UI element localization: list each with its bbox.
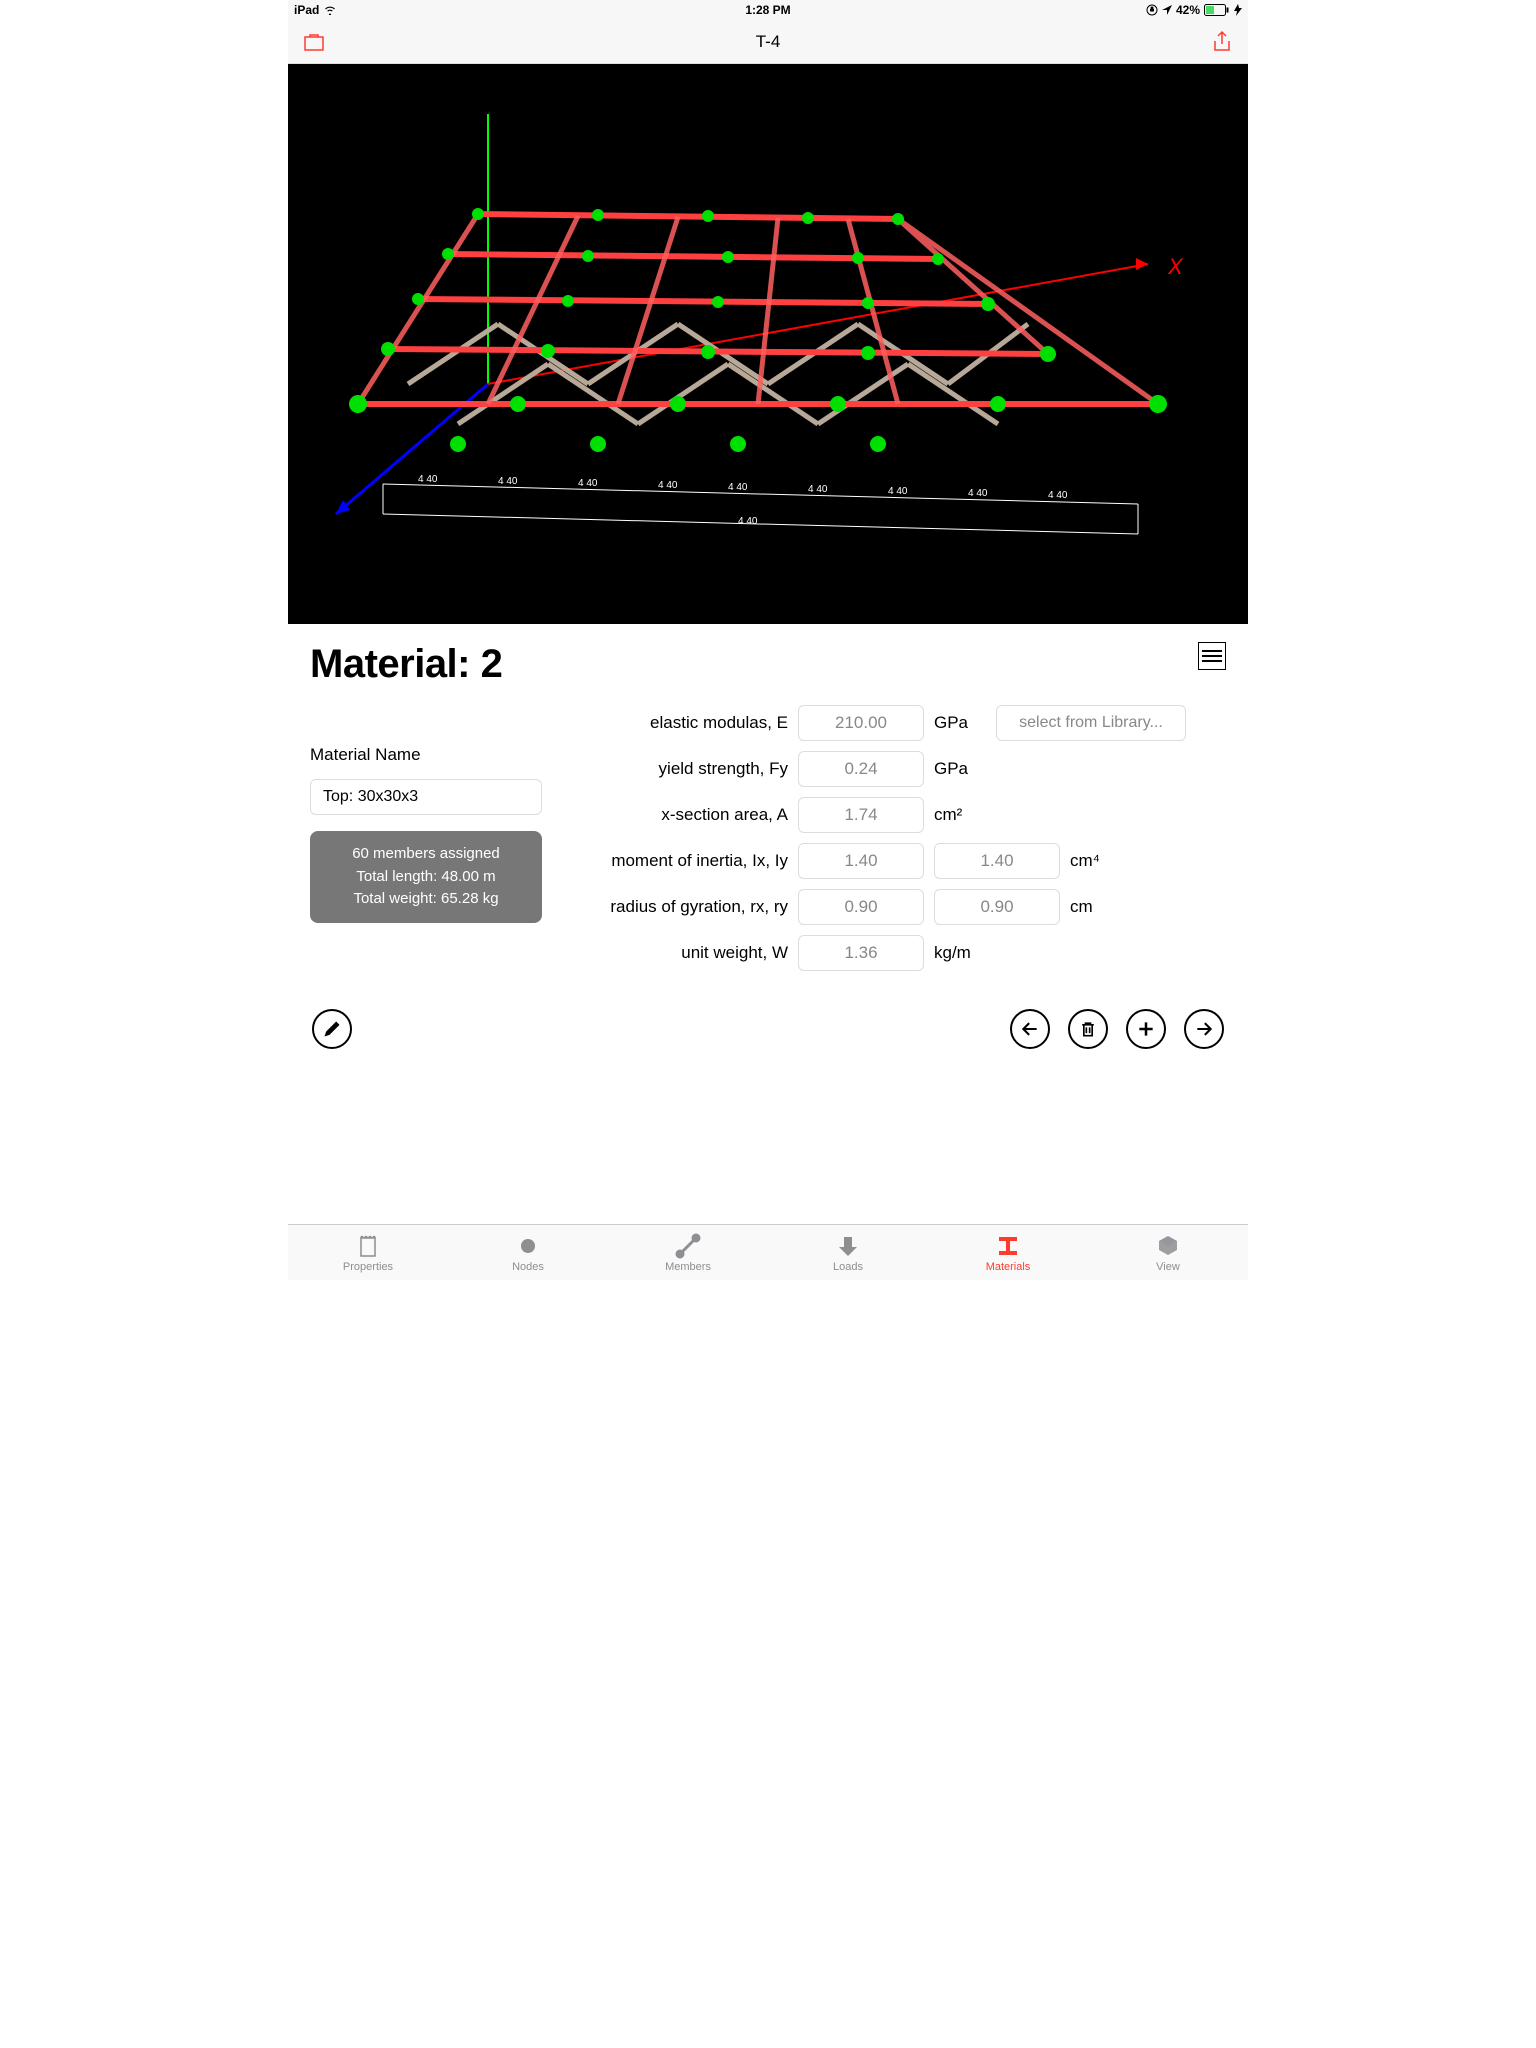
inertia-unit: cm⁴: [1070, 851, 1122, 871]
material-summary-box: 60 members assigned Total length: 48.00 …: [310, 831, 542, 923]
svg-text:4 40: 4 40: [498, 476, 518, 487]
section-area-input[interactable]: [798, 797, 924, 833]
svg-text:4 40: 4 40: [738, 516, 758, 527]
material-panel: Material: 2 Material Name 60 members ass…: [288, 624, 1248, 1224]
next-button[interactable]: [1184, 1009, 1224, 1049]
library-select-button[interactable]: select from Library...: [996, 705, 1186, 741]
tab-properties[interactable]: Properties: [288, 1225, 448, 1280]
svg-text:4 40: 4 40: [808, 484, 828, 495]
nav-title: T-4: [756, 32, 781, 52]
svg-text:4 40: 4 40: [728, 482, 748, 493]
tab-label: Properties: [343, 1261, 393, 1273]
panel-title: Material: 2: [310, 642, 502, 687]
summary-weight: Total weight: 65.28 kg: [324, 888, 528, 911]
list-menu-icon[interactable]: [1198, 642, 1226, 670]
charging-icon: [1234, 4, 1242, 16]
add-button[interactable]: [1126, 1009, 1166, 1049]
wifi-icon: [323, 5, 337, 15]
location-icon: [1162, 5, 1172, 15]
share-icon[interactable]: [1210, 30, 1234, 54]
view-icon: [1155, 1233, 1181, 1259]
battery-pct: 42%: [1176, 3, 1200, 17]
tab-label: Loads: [833, 1261, 863, 1273]
nav-bar: T-4: [288, 20, 1248, 64]
svg-text:4 40: 4 40: [658, 480, 678, 491]
svg-text:4 40: 4 40: [418, 474, 438, 485]
properties-icon: [355, 1233, 381, 1259]
elastic-modulus-label: elastic modulas, E: [566, 713, 788, 733]
edit-button[interactable]: [312, 1009, 352, 1049]
material-name-input[interactable]: [310, 779, 542, 815]
tab-materials[interactable]: Materials: [928, 1225, 1088, 1280]
yield-unit: GPa: [934, 759, 986, 779]
summary-members: 60 members assigned: [324, 843, 528, 866]
svg-text:4 40: 4 40: [578, 478, 598, 489]
gyration-label: radius of gyration, rx, ry: [566, 897, 788, 917]
gyration-ry-input[interactable]: [934, 889, 1060, 925]
unit-weight-label: unit weight, W: [566, 943, 788, 963]
members-icon: [675, 1233, 701, 1259]
prev-button[interactable]: [1010, 1009, 1050, 1049]
tab-loads[interactable]: Loads: [768, 1225, 928, 1280]
battery-icon: [1204, 4, 1230, 16]
tab-label: View: [1156, 1261, 1180, 1273]
section-area-label: x-section area, A: [566, 805, 788, 825]
svg-text:4 40: 4 40: [1048, 490, 1068, 501]
tab-label: Members: [665, 1261, 711, 1273]
tab-nodes[interactable]: Nodes: [448, 1225, 608, 1280]
tab-label: Materials: [986, 1261, 1031, 1273]
nodes-icon: [515, 1233, 541, 1259]
device-label: iPad: [294, 3, 319, 17]
delete-button[interactable]: [1068, 1009, 1108, 1049]
tab-members[interactable]: Members: [608, 1225, 768, 1280]
3d-viewport[interactable]: X: [288, 64, 1248, 624]
area-unit: cm²: [934, 805, 986, 825]
tab-label: Nodes: [512, 1261, 544, 1273]
orientation-lock-icon: [1146, 4, 1158, 16]
loads-icon: [835, 1233, 861, 1259]
inertia-ix-input[interactable]: [798, 843, 924, 879]
gyration-unit: cm: [1070, 897, 1122, 917]
inertia-iy-input[interactable]: [934, 843, 1060, 879]
materials-icon: [995, 1233, 1021, 1259]
moment-inertia-label: moment of inertia, Ix, Iy: [566, 851, 788, 871]
elastic-modulus-input[interactable]: [798, 705, 924, 741]
svg-text:4 40: 4 40: [968, 488, 988, 499]
tab-bar: Properties Nodes Members Loads Materials…: [288, 1224, 1248, 1280]
svg-text:X: X: [1167, 254, 1184, 279]
yield-strength-input[interactable]: [798, 751, 924, 787]
svg-text:4 40: 4 40: [888, 486, 908, 497]
gyration-rx-input[interactable]: [798, 889, 924, 925]
folder-icon[interactable]: [302, 30, 326, 54]
status-bar: iPad 1:28 PM 42%: [288, 0, 1248, 20]
status-time: 1:28 PM: [745, 3, 790, 17]
tab-view[interactable]: View: [1088, 1225, 1248, 1280]
unit-weight-input[interactable]: [798, 935, 924, 971]
yield-strength-label: yield strength, Fy: [566, 759, 788, 779]
truss-render: X: [288, 64, 1248, 624]
weight-unit: kg/m: [934, 943, 986, 963]
summary-length: Total length: 48.00 m: [324, 866, 528, 889]
material-name-label: Material Name: [310, 745, 542, 765]
elastic-unit: GPa: [934, 713, 986, 733]
